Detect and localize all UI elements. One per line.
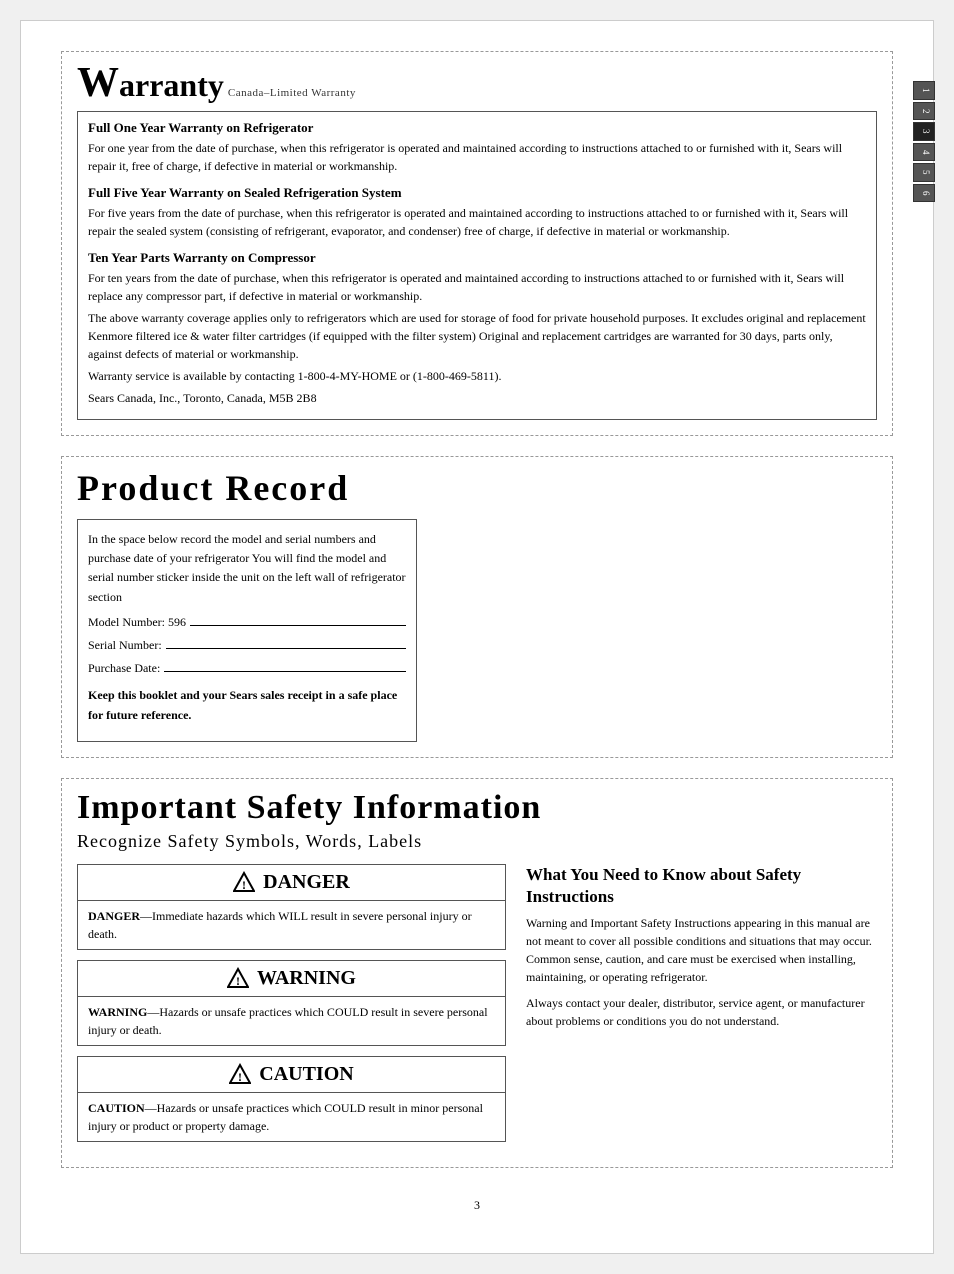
warranty-heading-2: Full Five Year Warranty on Sealed Refrig… [88,185,866,201]
safety-subtitle: Recognize Safety Symbols, Words, Labels [77,831,877,852]
sidebar-tabs: 1 2 3 4 5 6 [913,81,935,202]
sidebar-tab-6[interactable]: 6 [913,184,935,203]
danger-header: ! DANGER [78,865,505,901]
sidebar-tab-5[interactable]: 5 [913,163,935,182]
svg-text:!: ! [236,974,240,988]
danger-box: ! DANGER DANGER—Immediate hazards which … [77,864,506,950]
danger-icon: ! [233,871,255,893]
product-record-section: Product Record In the space below record… [61,456,893,758]
warning-header: ! WARNING [78,961,505,997]
sidebar-tab-4[interactable]: 4 [913,143,935,162]
sidebar-tab-2[interactable]: 2 [913,102,935,121]
page: 1 2 3 4 5 6 Warranty Canada–Limited Warr… [20,20,934,1254]
warranty-text-3: For ten years from the date of purchase,… [88,269,866,305]
safety-right-column: What You Need to Know about Safety Instr… [526,864,877,1152]
sidebar-tab-3[interactable]: 3 [913,122,935,141]
product-record-description: In the space below record the model and … [88,530,406,607]
warning-body-text: —Hazards or unsafe practices which COULD… [88,1005,488,1037]
warning-body: WARNING—Hazards or unsafe practices whic… [78,997,505,1045]
product-record-title: Product Record [77,467,877,509]
warranty-text-4: The above warranty coverage applies only… [88,309,866,363]
caution-body: CAUTION—Hazards or unsafe practices whic… [78,1093,505,1141]
warranty-text-2: For five years from the date of purchase… [88,204,866,240]
warning-box: ! WARNING WARNING—Hazards or unsafe prac… [77,960,506,1046]
safety-columns: ! DANGER DANGER—Immediate hazards which … [77,864,877,1152]
warranty-text-1: For one year from the date of purchase, … [88,139,866,175]
warranty-title: Warranty [77,62,224,104]
warranty-heading-3: Ten Year Parts Warranty on Compressor [88,250,866,266]
product-record-note: Keep this booklet and your Sears sales r… [88,686,406,724]
purchase-date-underline [164,671,406,672]
purchase-date-field: Purchase Date: [88,659,406,678]
caution-label: CAUTION [259,1063,353,1086]
product-record-box: In the space below record the model and … [77,519,417,742]
danger-body-text: —Immediate hazards which WILL result in … [88,909,472,941]
caution-body-prefix: CAUTION [88,1101,145,1115]
safety-title: Important Safety Information [77,789,877,827]
svg-text:!: ! [242,878,246,892]
page-number: 3 [61,1198,893,1213]
warning-icon: ! [227,967,249,989]
caution-body-text: —Hazards or unsafe practices which COULD… [88,1101,483,1133]
caution-icon: ! [229,1063,251,1085]
warranty-title-w: W [77,60,119,106]
purchase-date-label: Purchase Date: [88,659,160,678]
warning-body-prefix: WARNING [88,1005,147,1019]
warranty-heading-1: Full One Year Warranty on Refrigerator [88,120,866,136]
model-number-field: Model Number: 596 [88,613,406,632]
safety-right-para-2: Always contact your dealer, distributor,… [526,994,877,1030]
model-number-underline [190,625,406,626]
warranty-subtitle: Canada–Limited Warranty [228,87,356,99]
sidebar-tab-1[interactable]: 1 [913,81,935,100]
safety-left-column: ! DANGER DANGER—Immediate hazards which … [77,864,506,1152]
warranty-text-6: Sears Canada, Inc., Toronto, Canada, M5B… [88,389,866,407]
safety-right-title: What You Need to Know about Safety Instr… [526,864,877,908]
warranty-text-5: Warranty service is available by contact… [88,367,866,385]
danger-label: DANGER [263,871,350,894]
safety-section: Important Safety Information Recognize S… [61,778,893,1168]
warning-label: WARNING [257,967,356,990]
danger-body-prefix: DANGER [88,909,140,923]
safety-right-para-1: Warning and Important Safety Instruction… [526,914,877,986]
svg-text:!: ! [238,1070,242,1084]
serial-number-label: Serial Number: [88,636,162,655]
danger-body: DANGER—Immediate hazards which WILL resu… [78,901,505,949]
warranty-section: Warranty Canada–Limited Warranty Full On… [61,51,893,436]
caution-header: ! CAUTION [78,1057,505,1093]
warranty-content: Full One Year Warranty on Refrigerator F… [77,111,877,420]
serial-number-field: Serial Number: [88,636,406,655]
serial-number-underline [166,648,406,649]
caution-box: ! CAUTION CAUTION—Hazards or unsafe prac… [77,1056,506,1142]
model-number-label: Model Number: 596 [88,613,186,632]
